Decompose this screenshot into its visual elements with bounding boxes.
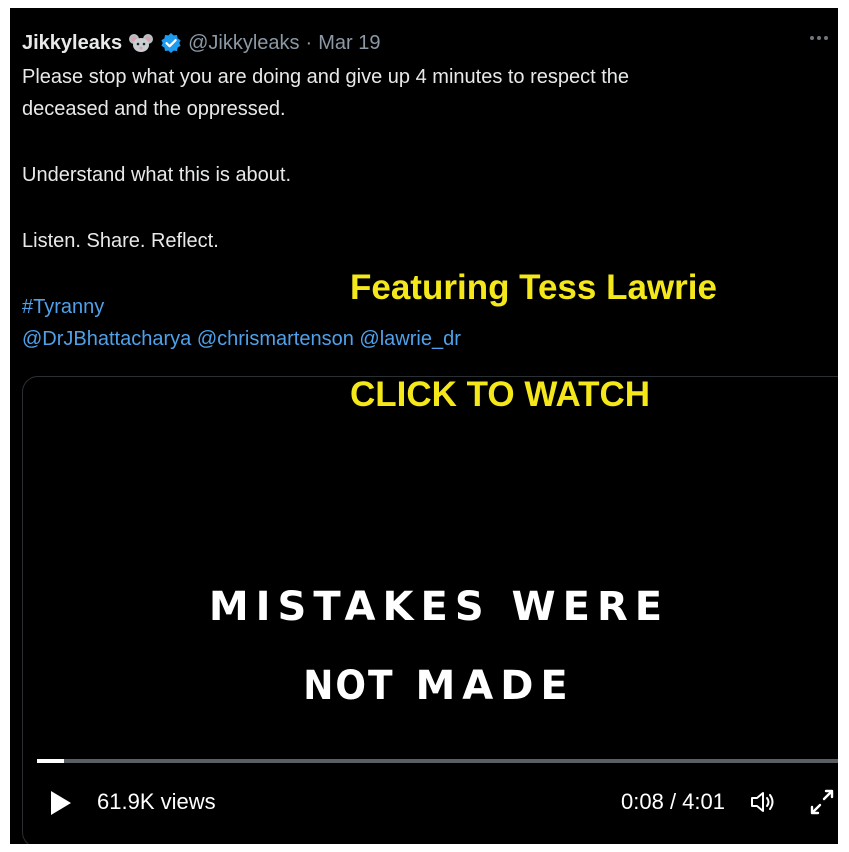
play-icon[interactable] bbox=[49, 790, 73, 816]
mentions-row: @DrJBhattacharya @chrismartenson @lawrie… bbox=[22, 326, 461, 352]
video-controls: 61.9K views 0:08 / 4:01 bbox=[23, 782, 838, 822]
mention-link[interactable]: @chrismartenson bbox=[197, 328, 354, 350]
tweet-text-line: Listen. Share. Reflect. bbox=[22, 230, 219, 252]
video-progress-bar[interactable] bbox=[37, 759, 838, 763]
verified-badge-icon bbox=[160, 32, 182, 54]
video-title-made: MADE bbox=[415, 663, 575, 709]
video-progress-fill bbox=[37, 759, 64, 763]
mouse-icon bbox=[128, 33, 154, 53]
tweet-text-line: Please stop what you are doing and give … bbox=[22, 66, 630, 88]
separator-dot: · bbox=[305, 32, 313, 54]
view-count: 61.9K views bbox=[97, 789, 216, 814]
video-player[interactable]: MISTAKES WERE NOT MADE 61.9K views 0:08 … bbox=[22, 376, 838, 844]
video-title-line1: MISTAKES WERE bbox=[208, 584, 670, 630]
tweet-text-line: deceased and the oppressed. bbox=[22, 98, 286, 120]
volume-icon[interactable] bbox=[749, 788, 779, 816]
tweet-text-line: Understand what this is about. bbox=[22, 164, 292, 186]
video-time: 0:08 / 4:01 bbox=[621, 789, 725, 814]
tweet-header: Jikkyleaks @Jikkyleaks · Mar 19 bbox=[22, 30, 380, 56]
hashtag-link[interactable]: #Tyranny bbox=[22, 294, 104, 320]
mention-link[interactable]: @DrJBhattacharya bbox=[22, 328, 191, 350]
click-to-watch-overlay[interactable]: CLICK TO WATCH bbox=[350, 375, 650, 415]
author-handle[interactable]: @Jikkyleaks bbox=[188, 30, 299, 56]
mention-link[interactable]: @lawrie_dr bbox=[359, 328, 460, 350]
author-name[interactable]: Jikkyleaks bbox=[22, 30, 122, 56]
tweet-card: Jikkyleaks @Jikkyleaks · Mar 19 Please s… bbox=[10, 8, 838, 844]
more-options-icon[interactable] bbox=[810, 36, 828, 40]
tweet-date[interactable]: Mar 19 bbox=[318, 30, 380, 56]
fullscreen-icon[interactable] bbox=[807, 788, 837, 816]
featuring-overlay: Featuring Tess Lawrie bbox=[350, 268, 717, 307]
video-title-not: NOT bbox=[303, 663, 395, 709]
video-title-line2: NOT MADE bbox=[23, 663, 838, 709]
